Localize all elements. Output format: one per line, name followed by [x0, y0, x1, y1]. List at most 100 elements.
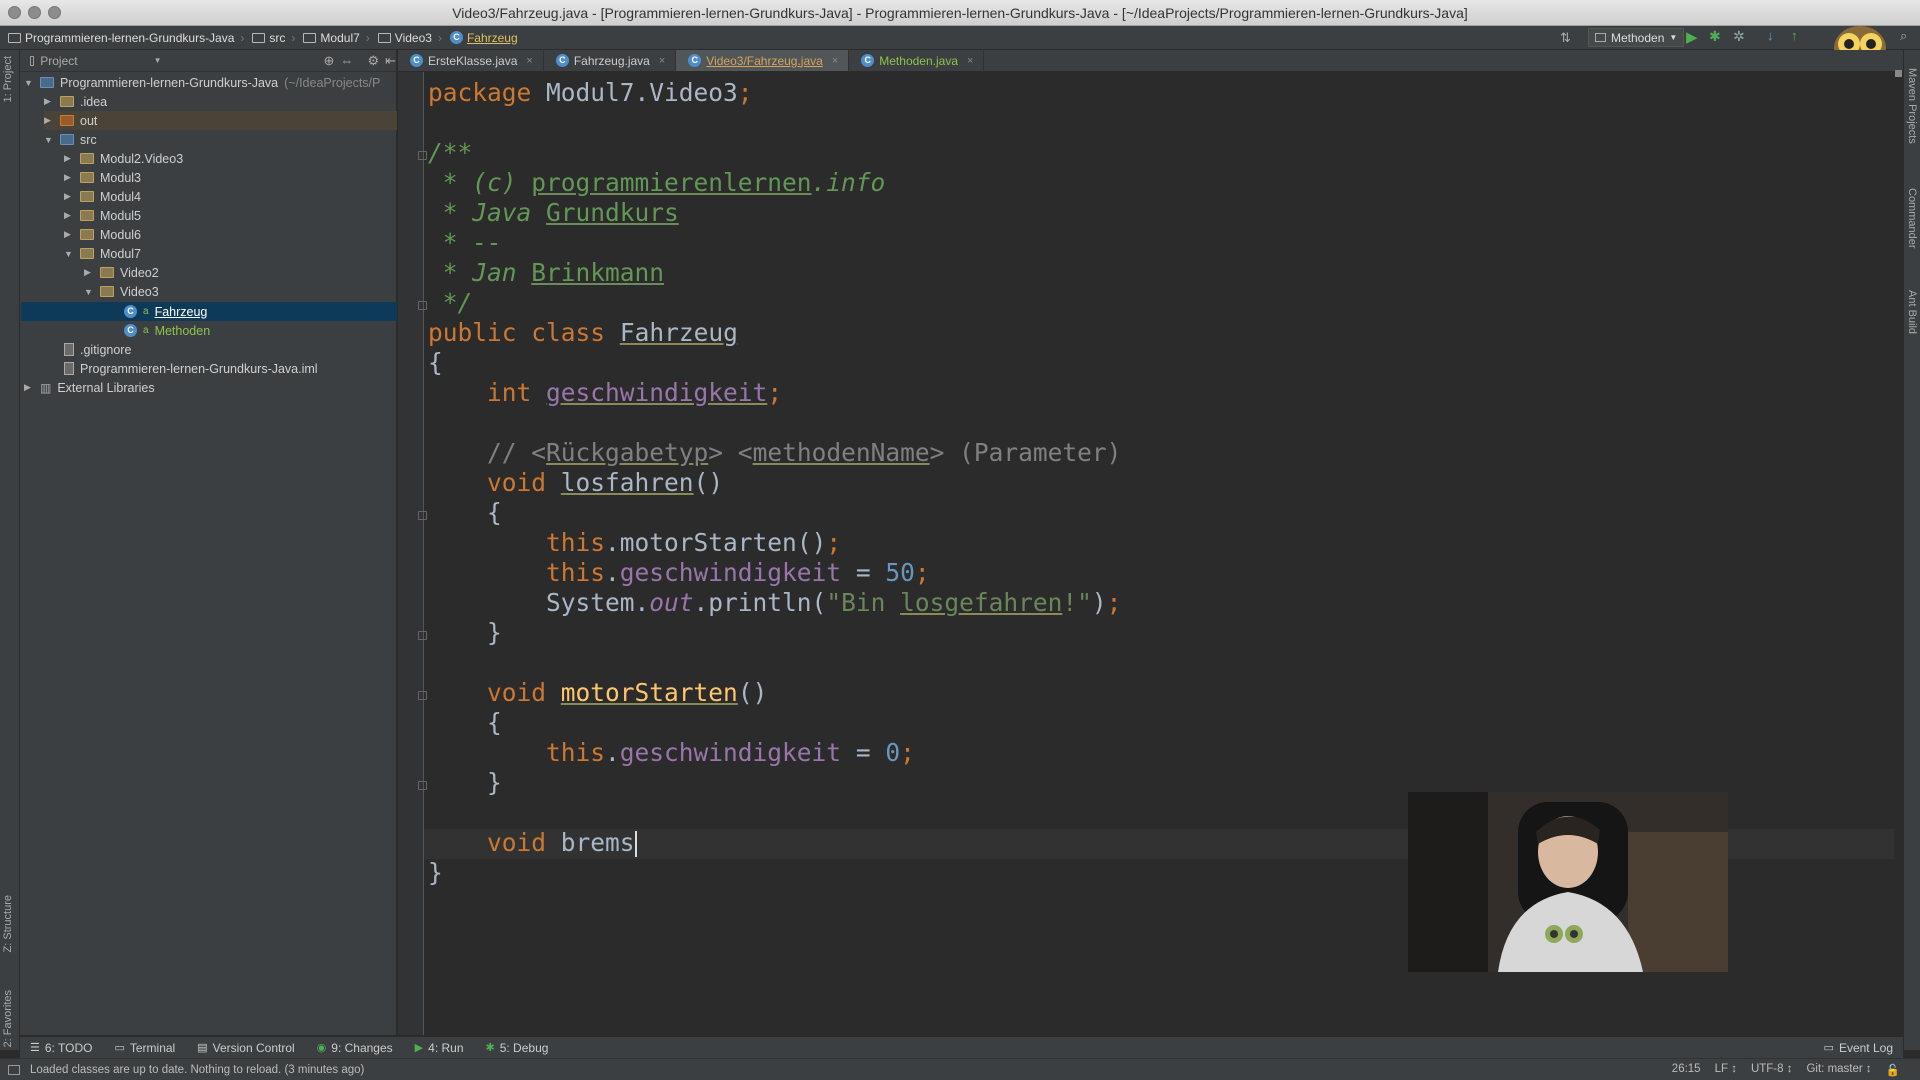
tree-item-external-libraries[interactable]: ▶ ▥ External Libraries — [24, 378, 155, 397]
file-encoding[interactable]: UTF-8 ↕ — [1751, 1063, 1793, 1077]
tree-item-modul2-video3[interactable]: ▶ Modul2.Video3 — [64, 149, 183, 168]
code-line-10: { — [428, 348, 443, 377]
tab-erste-klasse[interactable]: C ErsteKlasse.java × — [398, 50, 544, 71]
tool-window-bar: ☰ 6: TODO ▭ Terminal ▤ Version Control ◉ 9: … — [20, 1036, 1903, 1058]
terminal-tool-button[interactable]: ▭ Terminal — [114, 1041, 175, 1055]
folder-icon — [377, 32, 391, 43]
code-line-16: this.motorStarten(); — [546, 528, 842, 557]
tree-item-gitignore[interactable]: .gitignore — [64, 340, 131, 359]
vcs-commit-icon[interactable]: ↑ — [1791, 28, 1798, 43]
text-caret — [634, 831, 637, 857]
close-icon[interactable]: × — [832, 55, 838, 67]
run-config-select[interactable]: Methoden ▼ — [1588, 28, 1685, 47]
fold-marker-icon[interactable] — [418, 301, 427, 310]
package-icon — [80, 210, 94, 221]
tree-item-video2[interactable]: ▶ Video2 — [84, 263, 159, 282]
tab-fahrzeug[interactable]: C Fahrzeug.java × — [544, 50, 677, 71]
todo-tool-button[interactable]: ☰ 6: TODO — [30, 1041, 92, 1055]
tree-item-modul4[interactable]: ▶ Modul4 — [64, 187, 141, 206]
collapsed-arrow-icon[interactable]: ▶ — [84, 267, 94, 278]
commander-tool-button[interactable]: Commander — [1906, 188, 1918, 249]
git-branch[interactable]: Git: master ↕ — [1806, 1063, 1871, 1077]
library-icon: ▥ — [40, 380, 52, 395]
changes-tool-button[interactable]: ◉ 9: Changes — [317, 1041, 393, 1055]
lock-icon[interactable]: 🔓 — [1886, 1063, 1900, 1077]
event-log-button[interactable]: ▭ Event Log — [1824, 1041, 1893, 1055]
close-icon[interactable]: × — [526, 55, 532, 67]
line-separator[interactable]: LF ↕ — [1715, 1063, 1737, 1077]
module-file-icon — [64, 362, 74, 375]
tree-item-methoden[interactable]: Ca Methoden — [124, 321, 210, 340]
fold-marker-icon[interactable] — [418, 151, 427, 160]
collapsed-arrow-icon[interactable]: ▶ — [64, 210, 74, 221]
error-stripe[interactable] — [1894, 70, 1903, 1035]
tree-item-idea[interactable]: ▶ .idea — [44, 92, 107, 111]
debug-icon: ✱ — [485, 1042, 495, 1054]
breadcrumb-modul7[interactable]: Modul7 — [303, 31, 360, 45]
run-icon[interactable]: ▶ — [1686, 28, 1698, 46]
fold-marker-icon[interactable] — [418, 781, 427, 790]
module-folder-icon — [40, 77, 54, 88]
chevron-down-icon[interactable]: ▼ — [154, 56, 162, 65]
collapsed-arrow-icon[interactable]: ▶ — [64, 229, 74, 240]
tree-item-out[interactable]: ▶ out — [44, 111, 397, 130]
project-tool-button[interactable]: 1: Project — [2, 56, 14, 102]
status-right-widgets: 26:15 LF ↕ UTF-8 ↕ Git: master ↕ 🔓 — [1672, 1063, 1900, 1077]
debug-icon[interactable]: ✱ — [1709, 28, 1721, 45]
package-icon — [80, 248, 94, 259]
maven-projects-tool-button[interactable]: Maven Projects — [1906, 68, 1918, 144]
tree-item-modul7[interactable]: ▼ Modul7 — [64, 244, 141, 263]
search-everywhere-icon[interactable]: ⌕ — [1900, 28, 1907, 44]
expanded-arrow-icon[interactable]: ▼ — [44, 135, 54, 145]
toggle-tool-windows-icon[interactable] — [8, 1064, 20, 1075]
run-tool-button[interactable]: ▶ 4: Run — [415, 1041, 464, 1055]
structure-tool-button[interactable]: Z: Structure — [2, 895, 14, 952]
collapsed-arrow-icon[interactable]: ▶ — [44, 115, 54, 126]
tree-item-modul3[interactable]: ▶ Modul3 — [64, 168, 141, 187]
vcs-update-icon[interactable]: ↓ — [1767, 28, 1774, 43]
tree-item-iml[interactable]: Programmieren-lernen-Grundkurs-Java.iml — [64, 359, 318, 378]
fold-marker-icon[interactable] — [418, 631, 427, 640]
coverage-icon[interactable]: ✲ — [1733, 28, 1745, 45]
tree-item-project-root[interactable]: ▼ Programmieren-lernen-Grundkurs-Java (~/… — [24, 73, 380, 92]
expanded-arrow-icon[interactable]: ▼ — [24, 78, 34, 88]
collapse-all-icon[interactable]: ⇔ — [340, 53, 353, 68]
text-file-icon — [64, 343, 74, 356]
scroll-from-source-icon[interactable]: ⊕ — [324, 53, 335, 69]
collapsed-arrow-icon[interactable]: ▶ — [64, 153, 74, 164]
breadcrumb-fahrzeug[interactable]: C Fahrzeug — [449, 31, 518, 45]
close-icon[interactable]: × — [659, 55, 665, 67]
fold-marker-icon[interactable] — [418, 511, 427, 520]
expanded-arrow-icon[interactable]: ▼ — [84, 287, 94, 297]
breadcrumb-project[interactable]: Programmieren-lernen-Grundkurs-Java — [8, 31, 234, 45]
tab-methoden[interactable]: C Methoden.java × — [849, 50, 985, 71]
class-icon: C — [449, 31, 463, 44]
sort-icon[interactable]: ⇅ — [1560, 30, 1571, 46]
code-line-11: int geschwindigkeit; — [487, 378, 783, 407]
debug-tool-button[interactable]: ✱ 5: Debug — [486, 1041, 549, 1055]
tree-item-video3[interactable]: ▼ Video3 — [84, 282, 159, 301]
breadcrumb-video3[interactable]: Video3 — [377, 31, 432, 45]
close-icon[interactable]: × — [967, 55, 973, 67]
tree-item-src[interactable]: ▼ src — [44, 130, 97, 149]
gear-icon[interactable]: ⚙ — [367, 53, 379, 69]
collapsed-arrow-icon[interactable]: ▶ — [64, 191, 74, 202]
hide-panel-icon[interactable]: ⇤ — [385, 53, 396, 69]
tree-item-modul6[interactable]: ▶ Modul6 — [64, 225, 141, 244]
favorites-tool-button[interactable]: 2: Favorites — [2, 990, 14, 1047]
collapsed-arrow-icon[interactable]: ▶ — [44, 96, 54, 107]
version-control-tool-button[interactable]: ▤ Version Control — [197, 1041, 294, 1055]
breadcrumb-src[interactable]: src — [252, 31, 285, 45]
code-line-17: this.geschwindigkeit = 50; — [546, 558, 930, 587]
tree-item-modul5[interactable]: ▶ Modul5 — [64, 206, 141, 225]
tree-item-fahrzeug[interactable]: Ca Fahrzeug — [124, 302, 207, 321]
code-line-26[interactable]: void brems — [428, 828, 637, 858]
left-tool-strip: 1: Project Z: Structure 2: Favorites — [0, 50, 20, 1050]
collapsed-arrow-icon[interactable]: ▶ — [24, 382, 34, 393]
caret-position[interactable]: 26:15 — [1672, 1063, 1701, 1077]
tab-video3-fahrzeug[interactable]: C Video3/Fahrzeug.java × — [676, 50, 850, 71]
expanded-arrow-icon[interactable]: ▼ — [64, 249, 74, 259]
collapsed-arrow-icon[interactable]: ▶ — [64, 172, 74, 183]
fold-marker-icon[interactable] — [418, 691, 427, 700]
ant-build-tool-button[interactable]: Ant Build — [1906, 290, 1918, 334]
